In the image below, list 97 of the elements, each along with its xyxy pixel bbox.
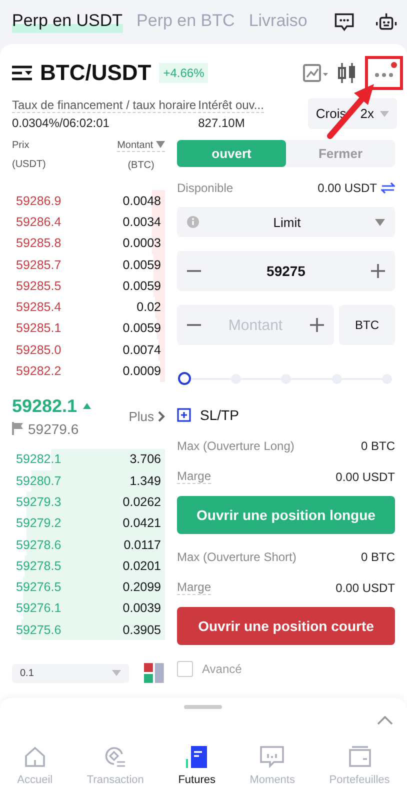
plus-icon[interactable]	[371, 264, 385, 278]
bid-amount: 0.0262	[122, 494, 161, 509]
open-interest-label[interactable]: Intérêt ouv...	[198, 98, 264, 113]
side-tab[interactable]: ouvert	[177, 140, 286, 167]
chevron-icon	[158, 410, 165, 422]
bid-amount: 3.706	[130, 452, 161, 466]
chat-icon[interactable]	[334, 11, 354, 33]
bid-amount: 0.0421	[122, 516, 161, 530]
ask-amount: 0.0048	[122, 194, 161, 208]
bid-price[interactable]: 59279.3	[16, 494, 62, 509]
available-value: 0.00 USDT	[318, 181, 377, 195]
candlestick-icon[interactable]	[337, 62, 357, 84]
open-interest-value: 827.10M	[198, 116, 246, 130]
home-icon	[24, 746, 46, 768]
advanced-label: Avancé	[202, 662, 242, 676]
bid-price[interactable]: 59275.6	[16, 622, 62, 637]
chat-icon	[260, 746, 284, 768]
ask-price[interactable]: 59286.4	[16, 214, 62, 229]
layout-icon[interactable]	[143, 662, 165, 684]
margin-value: 0.00 USDT	[336, 580, 395, 594]
bid-amount: 0.0039	[122, 601, 161, 616]
sl-tp-label[interactable]: SL/TP	[200, 407, 239, 423]
ask-price[interactable]: 59286.9	[16, 194, 62, 208]
chevron-up-icon[interactable]	[377, 716, 393, 725]
add-icon[interactable]	[177, 408, 191, 422]
bid-price[interactable]: 59280.7	[16, 474, 62, 488]
bid-amount: 0.2099	[122, 580, 161, 594]
advanced-checkbox[interactable]	[177, 661, 193, 677]
ask-price[interactable]: 59285.1	[16, 321, 62, 336]
ask-price[interactable]: 59285.8	[16, 236, 62, 250]
bid-price[interactable]: 59282.1	[16, 452, 62, 466]
ask-amount: 0.0003	[122, 236, 161, 250]
ask-price[interactable]: 59285.0	[16, 342, 62, 357]
max-value: 0 BTC	[360, 439, 395, 453]
ask-price[interactable]: 59285.5	[16, 278, 62, 293]
pair-symbol[interactable]: BTC/USDT	[40, 60, 152, 86]
price-unit: (USDT)	[12, 159, 46, 170]
ask-amount: 0.0074	[122, 342, 161, 357]
mark-price: 59279.6	[28, 420, 79, 437]
ask-amount: 0.0009	[122, 364, 161, 378]
exchange-icon	[104, 746, 126, 768]
margin-label[interactable]: Marge	[177, 580, 212, 595]
caret-icon	[375, 218, 385, 226]
max-label: Max (Ouverture Long)	[177, 439, 294, 453]
margin-value: 0.00 USDT	[336, 470, 395, 484]
amount-header[interactable]: Montant	[117, 140, 165, 152]
ask-amount: 0.0059	[122, 321, 161, 336]
wallet-icon	[348, 746, 371, 768]
price-change-badge: +4.66%	[159, 63, 208, 83]
price-header: Prix	[12, 140, 30, 151]
flag-icon	[12, 422, 24, 436]
bid-price[interactable]: 59276.5	[16, 580, 62, 594]
ask-price[interactable]: 59285.4	[16, 300, 62, 314]
ask-amount: 0.0034	[122, 214, 161, 229]
futures-icon	[186, 746, 208, 768]
precision-select[interactable]: 0.1	[12, 664, 130, 683]
long-button[interactable]: Ouvrir une position longue	[177, 496, 395, 534]
drag-handle[interactable]	[184, 705, 222, 709]
side-tab[interactable]: Fermer	[286, 140, 395, 167]
max-label: Max (Ouverture Short)	[177, 550, 296, 564]
ask-price[interactable]: 59282.2	[16, 364, 62, 378]
bid-price[interactable]: 59278.6	[16, 538, 62, 552]
ask-amount: 0.0059	[122, 278, 161, 293]
transfer-icon[interactable]	[381, 182, 395, 194]
menu-icon[interactable]	[12, 65, 32, 81]
available-label: Disponible	[177, 181, 234, 195]
caret-icon	[112, 670, 122, 676]
info-icon	[187, 216, 199, 228]
max-value: 0 BTC	[360, 550, 395, 564]
funding-rate-label[interactable]: Taux de financement / taux horaire	[12, 98, 196, 113]
bid-amount: 1.349	[130, 474, 161, 488]
bid-amount: 0.0201	[122, 558, 161, 573]
order-type-select[interactable]: Limit	[177, 207, 395, 237]
bid-price[interactable]: 59276.1	[16, 601, 62, 616]
amount-unit: (BTC)	[128, 160, 154, 171]
nav-item[interactable]: Futures	[178, 746, 216, 786]
chart-icon[interactable]	[303, 63, 329, 83]
bid-price[interactable]: 59278.5	[16, 558, 62, 573]
bid-amount: 0.3905	[122, 622, 161, 637]
ask-amount: 0.0059	[122, 258, 161, 272]
caret-icon	[380, 110, 389, 116]
ask-price[interactable]: 59285.7	[16, 258, 62, 272]
bid-price[interactable]: 59279.2	[16, 516, 62, 530]
price-field[interactable]: 59275	[177, 251, 395, 291]
funding-rate-value: 0.0304%/06:02:01	[12, 116, 110, 130]
unit-select[interactable]: BTC	[339, 305, 395, 345]
ask-amount: 0.02	[136, 300, 161, 314]
margin-label[interactable]: Marge	[177, 469, 212, 484]
more-link[interactable]: Plus	[128, 408, 165, 424]
bid-amount: 0.0117	[124, 538, 161, 552]
last-price: 59282.1	[12, 396, 78, 417]
up-arrow-icon	[83, 403, 92, 410]
caret-icon	[156, 141, 165, 148]
market-tab[interactable]: Perp en USDT	[12, 11, 123, 33]
slider-thumb[interactable]	[178, 372, 191, 385]
plus-icon[interactable]	[310, 318, 324, 332]
short-button[interactable]: Ouvrir une position courte	[177, 607, 395, 645]
